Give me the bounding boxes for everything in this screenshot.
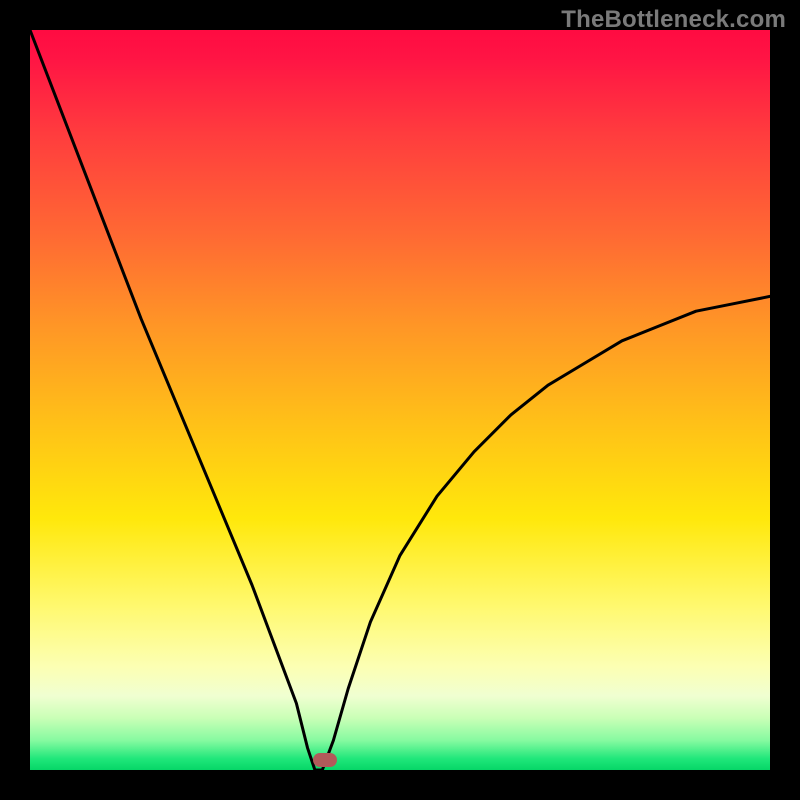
plot-area [30,30,770,770]
bottleneck-curve [30,30,770,770]
watermark-text: TheBottleneck.com [561,6,786,34]
chart-frame: TheBottleneck.com [0,0,800,800]
curve-path [30,30,770,770]
optimal-point-marker [313,753,337,767]
